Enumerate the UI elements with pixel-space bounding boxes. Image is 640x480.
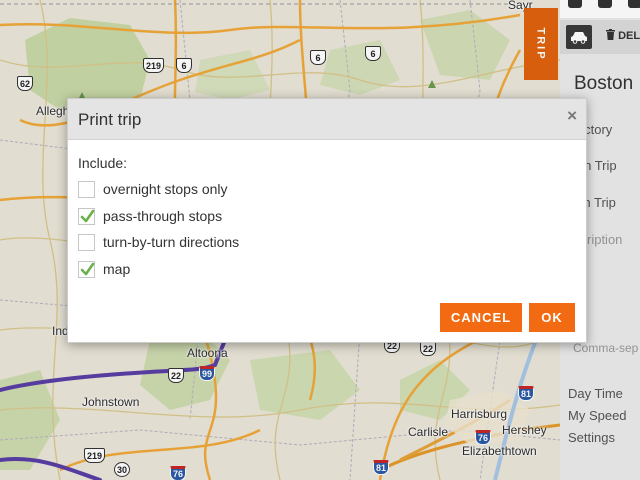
- cancel-button[interactable]: CANCEL: [440, 303, 522, 332]
- option-turn-by-turn[interactable]: turn-by-turn directions: [78, 233, 239, 251]
- include-label: Include:: [78, 155, 128, 171]
- check-icon: [80, 262, 95, 275]
- option-pass-through-stops[interactable]: pass-through stops: [78, 207, 222, 225]
- dialog-header: Print trip ×: [68, 99, 586, 140]
- option-label: overnight stops only: [103, 181, 228, 197]
- option-label: pass-through stops: [103, 208, 223, 224]
- check-icon: [80, 209, 95, 222]
- option-label: map: [103, 261, 131, 277]
- print-trip-dialog: Print trip × Include: overnight stops on…: [67, 98, 587, 343]
- map-checkbox[interactable]: [78, 260, 95, 278]
- option-label: turn-by-turn directions: [103, 234, 240, 250]
- ok-button[interactable]: OK: [529, 303, 575, 332]
- option-map[interactable]: map: [78, 260, 130, 278]
- option-overnight-stops[interactable]: overnight stops only: [78, 180, 228, 198]
- pass-through-stops-checkbox[interactable]: [78, 207, 95, 225]
- turn-by-turn-checkbox[interactable]: [78, 233, 95, 251]
- dialog-title: Print trip: [78, 110, 142, 129]
- overnight-stops-checkbox[interactable]: [78, 180, 95, 198]
- close-icon[interactable]: ×: [567, 106, 577, 126]
